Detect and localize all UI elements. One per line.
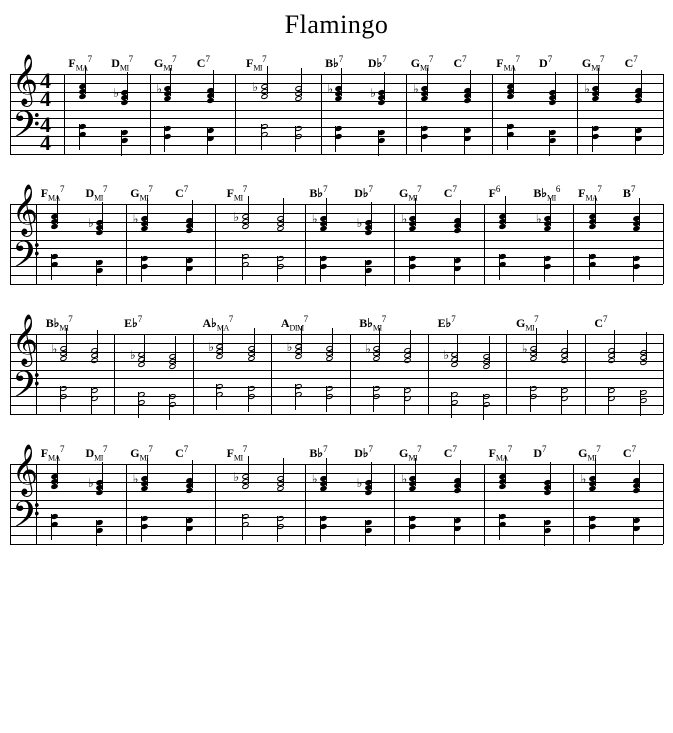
barlines (10, 334, 663, 414)
chord-symbol: GMI7 (578, 444, 601, 462)
song-title: Flamingo (10, 10, 663, 40)
chord-symbol: D♭7 (368, 54, 387, 71)
chord-symbol: C7 (175, 184, 188, 201)
chord-symbol: D7 (539, 54, 552, 71)
sheet-music: Flamingo 𝄞𝄢4444FMA7DMI7GMI7C7FMI7B♭7D♭7G… (10, 10, 663, 552)
staff-system: 𝄞𝄢4444FMA7DMI7GMI7C7FMI7B♭7D♭7GMI7C7FMA7… (10, 52, 663, 162)
chord-symbol: C7 (625, 54, 638, 71)
chord-symbol: E♭7 (438, 314, 456, 331)
chord-symbol: C7 (197, 54, 210, 71)
chord-symbol: F6 (489, 184, 501, 201)
chord-symbols-row: B♭MI7 E♭7 A♭MA7 ADIM7 B♭MI7 E♭7 GMI7 C7 (10, 314, 663, 332)
chord-symbol: C7 (444, 444, 457, 461)
chord-symbol: GMI7 (130, 444, 153, 462)
chord-symbols-row: FMA7 DMI7 GMI7 C7 FMI7 B♭7 D♭7 GMI7 C7 FMA7 D7 GMI7… (10, 444, 663, 462)
barlines (10, 204, 663, 284)
chord-symbol: D7 (533, 444, 546, 461)
chord-symbol: FMI7 (227, 184, 248, 202)
systems-container: 𝄞𝄢4444FMA7DMI7GMI7C7FMI7B♭7D♭7GMI7C7FMA7… (10, 52, 663, 552)
chord-symbol: FMA7 (578, 184, 602, 202)
chord-symbol: FMA7 (41, 444, 65, 462)
chord-symbol: GMI7 (411, 54, 434, 72)
chord-symbol: D♭7 (354, 184, 373, 201)
chord-symbol: GMI7 (399, 444, 422, 462)
staff-system: 𝄞𝄢FMA7DMI7GMI7C7FMI7B♭7D♭7GMI7C7F6B♭MI6F… (10, 182, 663, 292)
chord-symbols-row: FMA7 DMI7 GMI7 C7 FMI7 B♭7 D♭7 GMI7 C7 FMA7 D7 GMI7… (10, 54, 663, 72)
barlines (10, 464, 663, 544)
chord-symbol: B♭7 (309, 444, 327, 461)
chord-symbol: DMI7 (111, 54, 133, 72)
chord-symbol: GMI7 (399, 184, 422, 202)
chord-symbol: FMI7 (227, 444, 248, 462)
chord-symbol: FMA7 (496, 54, 520, 72)
chord-symbol: A♭MA7 (203, 314, 234, 332)
chord-symbol: ADIM7 (281, 314, 308, 332)
chord-symbol: GMI7 (130, 184, 153, 202)
chord-symbol: C7 (594, 314, 607, 331)
chord-symbol: B♭7 (309, 184, 327, 201)
chord-symbol: B♭MI6 (533, 184, 560, 202)
chord-symbol: D♭7 (354, 444, 373, 461)
chord-symbol: C7 (444, 184, 457, 201)
chord-symbol: C7 (453, 54, 466, 71)
chord-symbols-row: FMA7 DMI7 GMI7 C7 FMI7 B♭7 D♭7 GMI7 C7 F6 B♭MI6 FMA… (10, 184, 663, 202)
chord-symbol: B♭MI7 (359, 314, 386, 332)
barlines (10, 74, 663, 154)
chord-symbol: B♭MI7 (46, 314, 73, 332)
chord-symbol: B7 (623, 184, 636, 201)
chord-symbol: DMI7 (86, 444, 108, 462)
chord-symbol: GMI7 (582, 54, 605, 72)
chord-symbol: FMA7 (41, 184, 65, 202)
staff-system: 𝄞𝄢FMA7DMI7GMI7C7FMI7B♭7D♭7GMI7C7FMA7D7GM… (10, 442, 663, 552)
chord-symbol: DMI7 (86, 184, 108, 202)
staff-system: 𝄞𝄢B♭MI7E♭7A♭MA7ADIM7B♭MI7E♭7GMI7C7♭♭♭♭♭♭… (10, 312, 663, 422)
chord-symbol: C7 (175, 444, 188, 461)
chord-symbol: FMA7 (68, 54, 92, 72)
chord-symbol: GMI7 (516, 314, 539, 332)
chord-symbol: FMI7 (246, 54, 267, 72)
chord-symbol: FMA7 (489, 444, 513, 462)
chord-symbol: GMI7 (154, 54, 177, 72)
chord-symbol: E♭7 (124, 314, 142, 331)
chord-symbol: C7 (623, 444, 636, 461)
chord-symbol: B♭7 (325, 54, 343, 71)
